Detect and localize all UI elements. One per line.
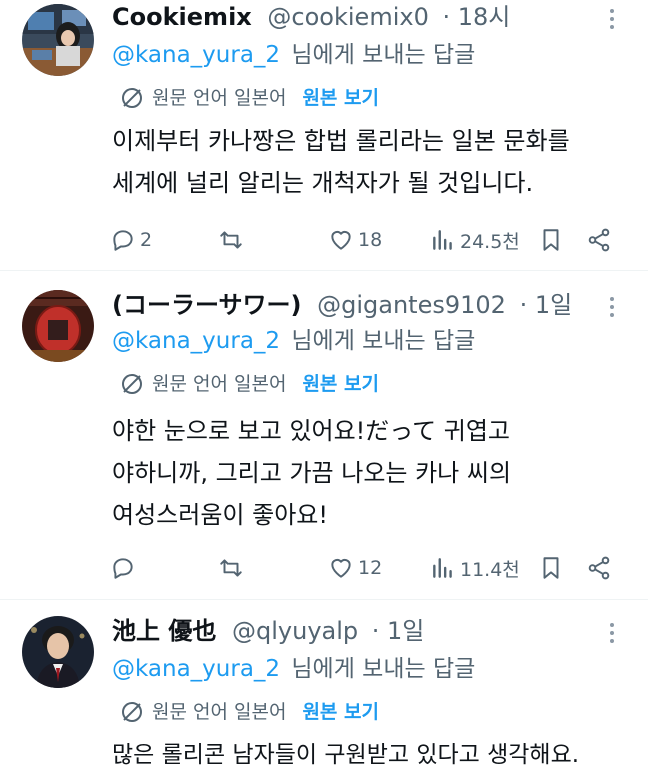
tweet-text-line: 야한 눈으로 보고 있어요!だって 귀엽고 bbox=[112, 417, 510, 445]
tweet[interactable]: 池上 優也 @qlyuyalp · 1일 @kana_yura_2 님에게 보내… bbox=[0, 614, 648, 777]
display-name[interactable]: (コーラーサワー) bbox=[112, 291, 301, 319]
tweet-text-line: 야하니까, 그리고 가끔 나오는 카나 씨의 bbox=[112, 459, 512, 487]
reply-icon bbox=[113, 230, 133, 251]
more-icon[interactable] bbox=[600, 616, 624, 650]
mention-link[interactable]: @kana_yura_2 bbox=[112, 656, 280, 682]
share-button[interactable] bbox=[586, 225, 612, 255]
show-original-link[interactable]: 원본 보기 bbox=[302, 84, 379, 112]
reply-context: @kana_yura_2 님에게 보내는 답글 bbox=[112, 652, 475, 686]
tweet[interactable]: (コーラーサワー) @gigantes9102 · 1일 @kana_yura_… bbox=[0, 288, 648, 598]
like-button[interactable]: 18 bbox=[328, 225, 382, 255]
display-name[interactable]: Cookiemix bbox=[112, 3, 252, 31]
avatar[interactable] bbox=[22, 4, 94, 76]
translate-language: 원문 언어 일본어 bbox=[152, 701, 287, 723]
retweet-icon bbox=[220, 559, 242, 577]
divider bbox=[0, 599, 648, 600]
bookmark-button[interactable] bbox=[538, 225, 564, 255]
avatar[interactable] bbox=[22, 290, 94, 362]
mention-link[interactable]: @kana_yura_2 bbox=[112, 328, 280, 354]
like-count: 18 bbox=[358, 229, 383, 251]
tweet-header: Cookiemix @cookiemix0 · 18시 bbox=[112, 0, 510, 34]
view-count: 24.5천 bbox=[460, 230, 520, 253]
tweet-text-line: 많은 롤리콘 남자들이 구원받고 있다고 생각해요. bbox=[112, 742, 580, 768]
tweet-text: 많은 롤리콘 남자들이 구원받고 있다고 생각해요. bbox=[112, 734, 612, 776]
tweet-text-line: 세계에 널리 알리는 개척자가 될 것입니다. bbox=[112, 169, 534, 197]
handle[interactable]: @gigantes9102 bbox=[317, 291, 506, 319]
heart-icon bbox=[331, 230, 351, 250]
views-icon bbox=[433, 558, 452, 578]
show-original-link[interactable]: 원본 보기 bbox=[302, 698, 379, 726]
reply-button[interactable] bbox=[110, 553, 140, 583]
divider bbox=[0, 270, 648, 271]
more-icon[interactable] bbox=[600, 2, 624, 36]
reply-button[interactable]: 2 bbox=[110, 225, 152, 255]
like-count: 12 bbox=[358, 557, 383, 579]
like-button[interactable]: 12 bbox=[328, 553, 382, 583]
heart-icon bbox=[331, 558, 351, 578]
views-icon bbox=[433, 230, 452, 250]
retweet-button[interactable] bbox=[218, 553, 248, 583]
reply-label: 님에게 보내는 답글 bbox=[291, 42, 476, 68]
tweet-text: 야한 눈으로 보고 있어요!だって 귀엽고 야하니까, 그리고 가끔 나오는 카… bbox=[112, 410, 612, 536]
translation-bar: 원문 언어 일본어 원본 보기 bbox=[120, 370, 379, 398]
views-button[interactable]: 24.5천 bbox=[430, 225, 520, 255]
action-bar: 2 18 24.5천 bbox=[110, 225, 630, 255]
bookmark-button[interactable] bbox=[538, 553, 564, 583]
more-icon[interactable] bbox=[600, 290, 624, 324]
translation-bar: 원문 언어 일본어 원본 보기 bbox=[120, 698, 379, 726]
reply-count: 2 bbox=[140, 229, 153, 251]
translate-language: 원문 언어 일본어 bbox=[152, 373, 287, 395]
tweet-text: 이제부터 카나짱은 합법 롤리라는 일본 문화를 세계에 널리 알리는 개척자가… bbox=[112, 120, 612, 204]
tweet-header: (コーラーサワー) @gigantes9102 · 1일 bbox=[112, 288, 572, 322]
tweet-header: 池上 優也 @qlyuyalp · 1일 bbox=[112, 614, 424, 648]
share-icon bbox=[588, 228, 610, 252]
tweet-text-line: 여성스러움이 좋아요! bbox=[112, 501, 328, 529]
reply-context: @kana_yura_2 님에게 보내는 답글 bbox=[112, 324, 475, 358]
share-button[interactable] bbox=[586, 553, 612, 583]
view-count: 11.4천 bbox=[460, 558, 520, 581]
timestamp[interactable]: · 18시 bbox=[442, 3, 510, 31]
views-button[interactable]: 11.4천 bbox=[430, 553, 520, 583]
retweet-button[interactable] bbox=[218, 225, 248, 255]
avatar[interactable] bbox=[22, 616, 94, 688]
share-icon bbox=[588, 556, 610, 580]
handle[interactable]: @qlyuyalp bbox=[232, 617, 358, 645]
translate-icon bbox=[122, 702, 142, 722]
translate-language: 원문 언어 일본어 bbox=[152, 87, 287, 109]
action-bar: 12 11.4천 bbox=[110, 553, 630, 583]
bookmark-icon bbox=[543, 557, 559, 579]
timestamp[interactable]: · 1일 bbox=[520, 291, 573, 319]
mention-link[interactable]: @kana_yura_2 bbox=[112, 42, 280, 68]
show-original-link[interactable]: 원본 보기 bbox=[302, 370, 379, 398]
handle[interactable]: @cookiemix0 bbox=[267, 3, 428, 31]
retweet-icon bbox=[220, 231, 242, 249]
bookmark-icon bbox=[543, 229, 559, 251]
reply-context: @kana_yura_2 님에게 보내는 답글 bbox=[112, 38, 475, 72]
reply-label: 님에게 보내는 답글 bbox=[291, 328, 476, 354]
translate-icon bbox=[122, 374, 142, 394]
tweet[interactable]: Cookiemix @cookiemix0 · 18시 @kana_yura_2… bbox=[0, 0, 648, 270]
translation-bar: 원문 언어 일본어 원본 보기 bbox=[120, 84, 379, 112]
translate-icon bbox=[122, 88, 142, 108]
reply-icon bbox=[113, 558, 133, 579]
timestamp[interactable]: · 1일 bbox=[372, 617, 425, 645]
tweet-text-line: 이제부터 카나짱은 합법 롤리라는 일본 문화를 bbox=[112, 127, 570, 155]
reply-label: 님에게 보내는 답글 bbox=[291, 656, 476, 682]
display-name[interactable]: 池上 優也 bbox=[112, 617, 216, 645]
